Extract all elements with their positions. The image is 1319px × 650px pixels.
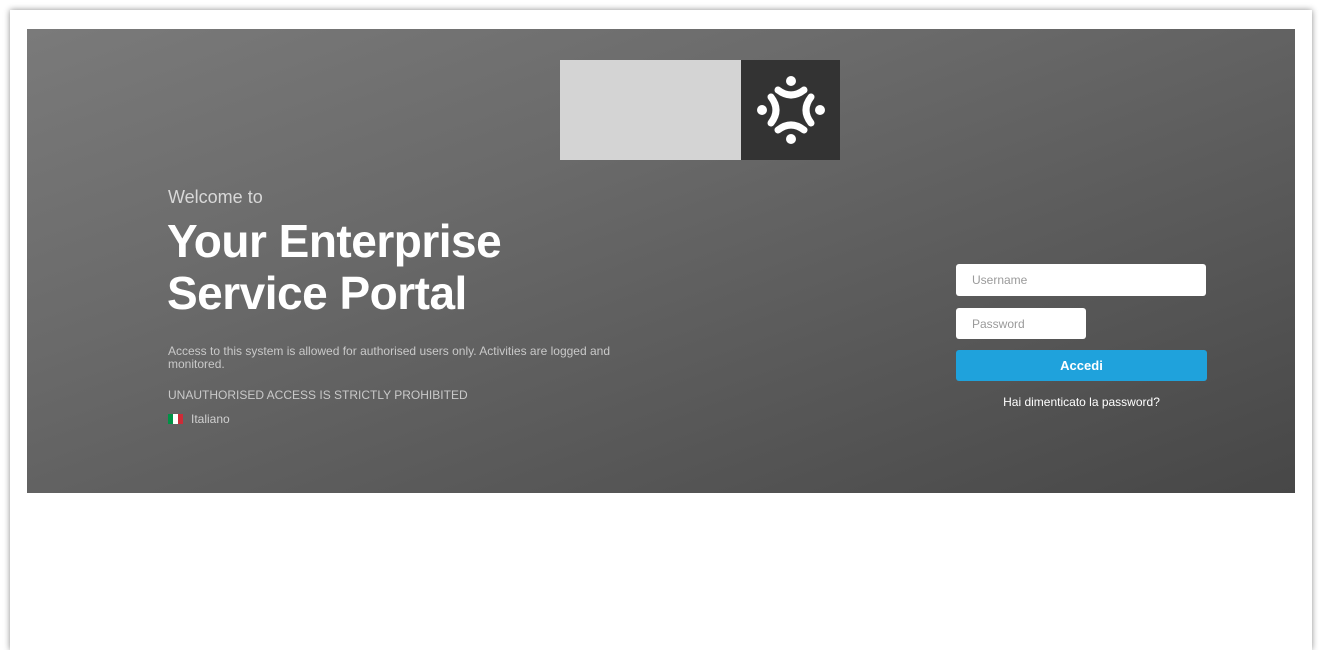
welcome-text: Welcome to — [168, 187, 263, 207]
flag-stripe-red — [178, 414, 183, 424]
language-label: Italiano — [191, 412, 230, 426]
access-warning: UNAUTHORISED ACCESS IS STRICTLY PROHIBIT… — [168, 388, 468, 402]
page-title: Your Enterprise Service Portal — [167, 215, 502, 319]
username-input[interactable] — [956, 264, 1206, 296]
access-notice: Access to this system is allowed for aut… — [168, 344, 610, 371]
logo-placeholder — [560, 60, 741, 160]
italy-flag-icon — [168, 414, 183, 424]
login-hero: Welcome to Your Enterprise Service Porta… — [27, 29, 1295, 493]
logo-mark — [741, 60, 840, 160]
password-input[interactable] — [956, 308, 1086, 339]
people-circle-icon — [757, 76, 825, 144]
language-selector[interactable]: Italiano — [168, 412, 230, 426]
forgot-password-link[interactable]: Hai dimenticato la password? — [956, 395, 1207, 409]
login-button[interactable]: Accedi — [956, 350, 1207, 381]
